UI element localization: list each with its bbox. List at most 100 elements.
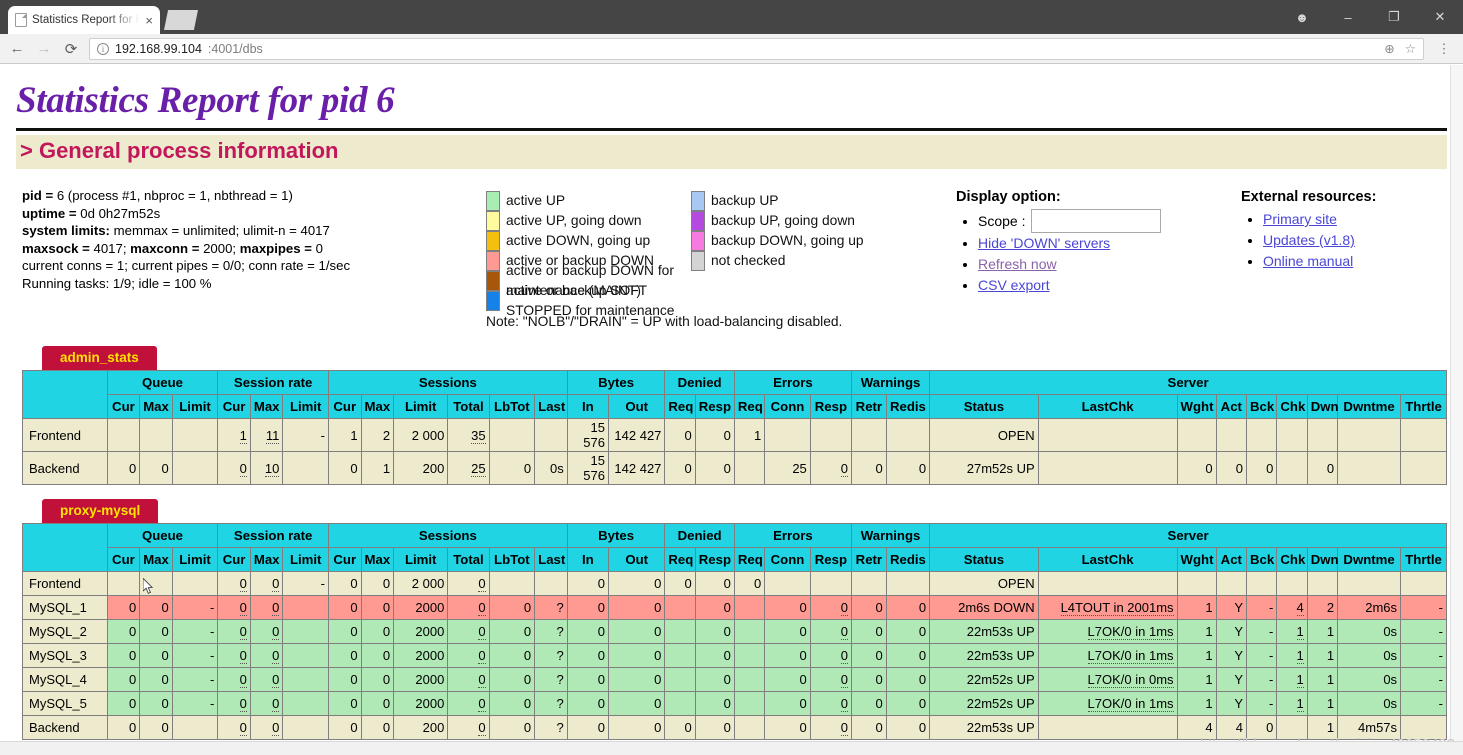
cell-max: 0 <box>360 691 395 716</box>
hide-down-servers-link[interactable]: Hide 'DOWN' servers <box>978 235 1110 251</box>
system-limits-value: memmax = unlimited; ulimit-n = 4017 <box>109 223 330 238</box>
table-row[interactable]: Backend 0 0 0 10 0 1 200 25 0 0s 15 576 142 427 0 0 25 0… <box>22 451 1447 485</box>
scope-input[interactable] <box>1031 209 1162 233</box>
group-header-row-name <box>22 370 108 419</box>
cell-resp: 0 <box>809 643 853 668</box>
process-info-running-tasks: Running tasks: 1/9; idle = 100 % <box>22 275 212 291</box>
cell-lbtot: 0 <box>488 619 536 644</box>
refresh-now-link[interactable]: Refresh now <box>978 256 1057 272</box>
reload-icon[interactable]: ⟳ <box>62 40 80 58</box>
back-icon[interactable]: ← <box>8 40 26 58</box>
external-resources-list: Primary site Updates (v1.8) Online manua… <box>1241 209 1441 272</box>
stats-table-admin_stats: Queue Session rate Sessions Bytes Denied Erro… <box>22 370 1447 485</box>
cell-limit <box>282 715 329 740</box>
cell-limit <box>171 451 219 485</box>
legend-column-active: active UP active UP, going down active DOW… <box>486 191 691 318</box>
minimize-icon[interactable]: – <box>1325 0 1371 34</box>
cell-act: Y <box>1215 619 1247 644</box>
cell-req <box>733 715 766 740</box>
legend-backup-swatch-3 <box>691 251 705 271</box>
bookmark-star-icon[interactable]: ☆ <box>1405 41 1416 56</box>
cell-max: 0 <box>249 619 284 644</box>
column-header-cur: Cur <box>328 394 362 419</box>
external-resources-heading: External resources: <box>1241 189 1377 205</box>
cell-bck: 0 <box>1245 451 1278 485</box>
refresh-now-item[interactable]: Refresh now <box>978 254 1241 275</box>
column-header-chk: Chk <box>1276 394 1308 419</box>
online-manual-item[interactable]: Online manual <box>1263 251 1441 272</box>
cell-chk: 4 <box>1276 595 1308 620</box>
cell-total: 25 <box>447 451 490 485</box>
proxy-name-admin_stats[interactable]: admin_stats <box>42 346 157 370</box>
cell-max: 0 <box>139 667 173 692</box>
profile-icon[interactable]: ☻ <box>1279 0 1325 34</box>
url-path: :4001/dbs <box>207 41 263 56</box>
table-row[interactable]: MySQL_2 0 0-0 0 0 0 2000 0 0? 0 0 0 0 0 0 0 22m53s UP L7O… <box>22 619 1447 644</box>
cell-act: Y <box>1215 643 1247 668</box>
uptime-value: 0d 0h27m52s <box>80 205 161 221</box>
cell-value: 0 <box>239 696 247 712</box>
csv-export-link[interactable]: CSV export <box>978 277 1050 293</box>
cell-redis: 0 <box>885 595 931 620</box>
new-tab-button[interactable] <box>164 10 198 30</box>
cell-value: 0 <box>478 696 486 712</box>
cell-req <box>733 643 766 668</box>
table-row[interactable]: Frontend 0 0-0 0 2 000 0 0 0 0 0 0 OPEN <box>22 571 1447 596</box>
browser-menu-icon[interactable]: ⋮ <box>1433 38 1455 60</box>
column-header-conn: Conn <box>764 547 811 572</box>
page-viewport: Statistics Report for pid 6 > General pr… <box>0 65 1463 755</box>
table-row[interactable]: MySQL_4 0 0-0 0 0 0 2000 0 0? 0 0 0 0 0 0 0 22m52s UP L7O… <box>22 667 1447 692</box>
column-header-chk: Chk <box>1276 547 1308 572</box>
table-row[interactable]: Frontend 1 11-1 2 2 000 35 15 576 142 427 0 0 1 OPE… <box>22 418 1447 452</box>
column-header-lastchk: LastChk <box>1037 547 1178 572</box>
legend-label: not checked <box>711 253 786 268</box>
cell-limit: 200 <box>393 451 449 485</box>
group-header-server: Server <box>929 523 1447 548</box>
table-row[interactable]: MySQL_3 0 0-0 0 0 0 2000 0 0? 0 0 0 0 0 0 0 22m53s UP L7O… <box>22 643 1447 668</box>
cell-last: ? <box>534 691 568 716</box>
cell-retr <box>851 571 887 596</box>
cell-chk <box>1276 451 1308 485</box>
column-header-resp: Resp <box>694 547 735 572</box>
cell-retr: 0 <box>851 451 887 485</box>
cell-max: 10 <box>249 451 284 485</box>
updates-item[interactable]: Updates (v1.8) <box>1263 230 1441 251</box>
cell-chk: 1 <box>1276 619 1308 644</box>
legend-item: active UP <box>486 191 691 211</box>
csv-export-item[interactable]: CSV export <box>978 275 1241 296</box>
process-info-system-limits: system limits: memmax = unlimited; ulimi… <box>22 222 486 240</box>
legend-columns: active UP active UP, going down active DOW… <box>486 191 956 318</box>
maximize-icon[interactable]: ❐ <box>1371 0 1417 34</box>
close-tab-icon[interactable]: × <box>145 14 153 27</box>
proxy-name-proxy-mysql[interactable]: proxy-mysql <box>42 499 159 523</box>
cell-total: 0 <box>447 595 490 620</box>
cell-dwntme <box>1337 451 1402 485</box>
primary-site-link[interactable]: Primary site <box>1263 211 1337 227</box>
updates-link[interactable]: Updates (v1.8) <box>1263 232 1355 248</box>
address-bar[interactable]: i 192.168.99.104 :4001/dbs ⊕ ☆ <box>89 37 1424 60</box>
cell-act: Y <box>1215 691 1247 716</box>
proxy-block-admin_stats: admin_stats Queue Session rate Sessions Byte… <box>16 346 1447 485</box>
title-divider <box>16 128 1447 131</box>
legend-backup-swatch-2 <box>691 231 705 251</box>
maxconn-value: 2000; <box>203 240 240 256</box>
toolbar-actions: ⋮ <box>1433 38 1455 60</box>
site-info-icon[interactable]: i <box>97 42 109 55</box>
column-header-act: Act <box>1215 394 1247 419</box>
close-window-icon[interactable]: ✕ <box>1417 0 1463 34</box>
table-row[interactable]: MySQL_1 0 0-0 0 0 0 2000 0 0? 0 0 0 0 0 0 0 2m6s DOWN L4T… <box>22 595 1447 620</box>
cell-limit: 2000 <box>393 691 449 716</box>
browser-tab[interactable]: Statistics Report for HA × <box>8 6 160 34</box>
table-row[interactable]: MySQL_5 0 0-0 0 0 0 2000 0 0? 0 0 0 0 0 0 0 22m52s UP L7O… <box>22 691 1447 716</box>
display-option-heading: Display option: <box>956 189 1061 205</box>
hide-down-servers-item[interactable]: Hide 'DOWN' servers <box>978 233 1241 254</box>
zoom-icon[interactable]: ⊕ <box>1384 41 1394 56</box>
url-host: 192.168.99.104 <box>115 41 202 56</box>
process-info-maxsock: maxsock = 4017; maxconn = 2000; maxpipes… <box>22 240 486 258</box>
cell-chk: 1 <box>1276 691 1308 716</box>
cell-req: 0 <box>664 451 696 485</box>
cell-bck: - <box>1245 667 1278 692</box>
page-scrollbar[interactable] <box>1450 65 1463 755</box>
online-manual-link[interactable]: Online manual <box>1263 253 1353 269</box>
primary-site-item[interactable]: Primary site <box>1263 209 1441 230</box>
